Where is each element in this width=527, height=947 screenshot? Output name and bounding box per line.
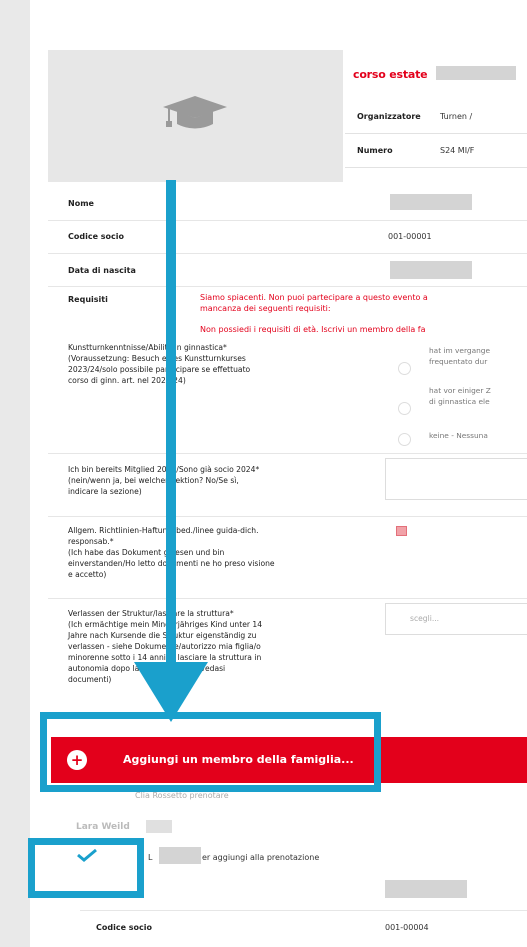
row-codice-socio: Codice socio 001-00001 (48, 220, 527, 254)
requisiti-error-line: mancanza dei seguenti requisiti: (200, 304, 331, 313)
skills-radio-3[interactable] (398, 433, 411, 446)
requisiti-error-line: Siamo spiacenti. Non puoi partecipare a … (200, 293, 428, 302)
info-label: Organizzatore (357, 112, 421, 121)
nome-label: Nome (68, 199, 94, 208)
divider (80, 910, 527, 911)
row-member: Ich bin bereits Mitglied 2024/Sono già s… (48, 453, 527, 517)
codice-socio-label: Codice socio (68, 232, 125, 241)
redacted-birthdate (390, 261, 472, 279)
graduation-cap-icon (163, 96, 227, 129)
info-value: S24 MI/F (440, 146, 475, 155)
registration-form: Nome Codice socio 001-00001 Data di nasc… (48, 182, 527, 947)
member-text: indicare la sezione) (68, 487, 142, 496)
course-title: corso estate (353, 68, 428, 81)
skills-text: (Voraussetzung: Besuch eines Kunstturnku… (68, 354, 246, 363)
member-text: Ich bin bereits Mitglied 2024/Sono già s… (68, 465, 260, 474)
leave-text: Verlassen der Struktur/lasciare la strut… (68, 609, 234, 618)
info-row-number: Numero S24 MI/F (345, 134, 527, 168)
guidelines-text: e accetto) (68, 570, 107, 579)
info-value: Turnen / (440, 112, 473, 121)
redacted-surname (146, 820, 172, 833)
second-member-checkbox-label: er aggiungi alla prenotazione (202, 853, 320, 862)
redacted-text (436, 66, 516, 80)
guidelines-text: (Ich habe das Dokument gelesen und bin (68, 548, 225, 557)
requisiti-error-line: Non possiedi i requisiti di età. Iscrivi… (200, 325, 426, 334)
leave-select[interactable]: scegli... (385, 603, 527, 635)
redacted-name (390, 194, 472, 210)
row-requisiti: Requisiti Siamo spiacenti. Non puoi part… (48, 286, 527, 334)
second-member-name: Lara Weild (76, 822, 130, 832)
redacted-member-name (159, 847, 201, 864)
redacted-second-name (385, 880, 467, 898)
row-nome: Nome (48, 182, 527, 221)
annotation-arrow-shaft (166, 180, 176, 702)
second-member-checkbox-prefix: L (148, 853, 153, 862)
info-row-organizer: Organizzatore Turnen / (345, 100, 527, 134)
left-background (0, 0, 30, 947)
annotation-checkbox-box (28, 838, 144, 898)
row-data-nascita: Data di nascita (48, 253, 527, 287)
row-skills: Kunstturnkenntnisse/Abilità in ginnastic… (48, 338, 527, 454)
skills-radio-2[interactable] (398, 402, 411, 415)
guidelines-checkbox[interactable] (396, 526, 407, 536)
guidelines-text: responsab.* (68, 537, 114, 546)
skills-option-text: hat im vergange (429, 346, 491, 355)
leave-text: Jahre nach Kursende die Struktur eigenst… (68, 631, 257, 640)
row-guidelines: Allgem. Richtlinien-Haftungsbed./linee g… (48, 516, 527, 599)
skills-text: Kunstturnkenntnisse/Abilità in ginnastic… (68, 343, 227, 352)
skills-option-text: keine - Nessuna (429, 431, 488, 440)
skills-option-text: hat vor einiger Z (429, 386, 491, 395)
add-family-note: Clia Rossetto prenotare (135, 791, 229, 800)
info-label: Numero (357, 146, 393, 155)
row-leave: Verlassen der Struktur/lasciare la strut… (48, 598, 527, 716)
leave-text: documenti) (68, 675, 112, 684)
codice-socio-value: 001-00001 (388, 232, 432, 241)
requisiti-label: Requisiti (68, 295, 108, 304)
leave-select-placeholder: scegli... (410, 614, 440, 623)
skills-option-text: frequentato dur (429, 357, 488, 366)
second-codice-socio-value: 001-00004 (385, 923, 429, 932)
skills-radio-1[interactable] (398, 362, 411, 375)
skills-text: 2023/24/solo possibile partecipare se ef… (68, 365, 251, 374)
leave-text: verlassen - siehe Dokumente/autorizzo mi… (68, 642, 261, 651)
data-nascita-label: Data di nascita (68, 266, 136, 275)
member-text: (nein/wenn ja, bei welcher Sektion? No/S… (68, 476, 239, 485)
guidelines-text: Allgem. Richtlinien-Haftungsbed./linee g… (68, 526, 259, 535)
second-codice-socio-label: Codice socio (96, 923, 153, 932)
member-textarea[interactable] (385, 458, 527, 500)
course-image-placeholder (48, 50, 343, 182)
skills-option-text: di ginnastica ele (429, 397, 490, 406)
annotation-highlight-box (40, 712, 381, 792)
